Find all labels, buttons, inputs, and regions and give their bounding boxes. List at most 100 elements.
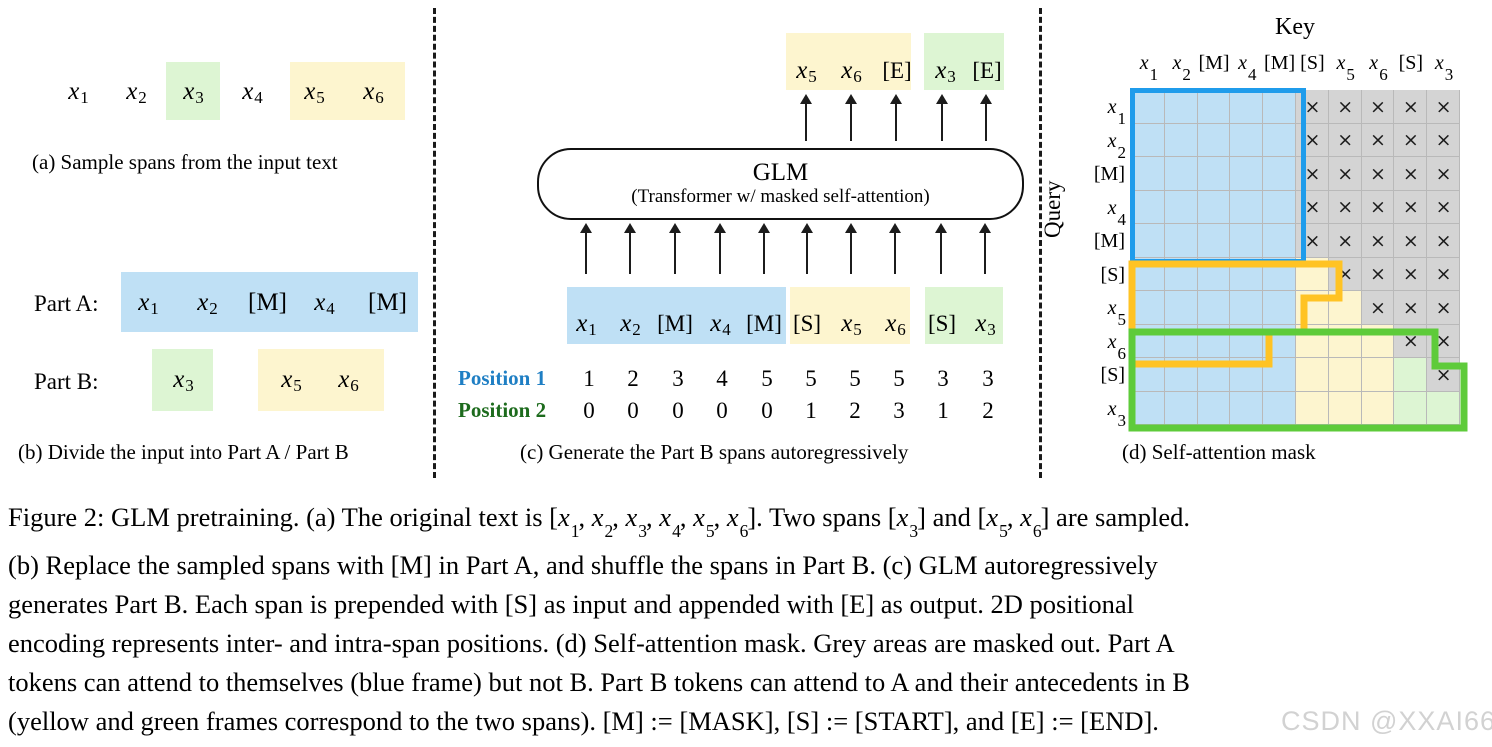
mask-cell (1263, 190, 1296, 224)
mask-cell (1164, 324, 1198, 358)
panel-a-token-4: x5 (304, 77, 325, 107)
glm-model-box: GLM (Transformer w/ masked self-attentio… (537, 148, 1024, 220)
mask-cell (1328, 391, 1362, 425)
mask-cell (1230, 157, 1264, 191)
input-arrow-2 (669, 223, 681, 274)
key-header-2: [M] (1198, 52, 1230, 74)
mask-cell (1132, 291, 1165, 325)
mask-cell (1328, 291, 1362, 325)
panel-b-caption: (b) Divide the input into Part A / Part … (18, 440, 349, 464)
panel-b-parta-token-1: x2 (197, 288, 218, 318)
key-header-3: x4 (1238, 52, 1257, 84)
mask-cell (1164, 190, 1198, 224)
panel-c-input-token-4: [M] (746, 310, 782, 336)
mask-cell (1328, 358, 1362, 392)
mask-x-icon: × (1402, 162, 1419, 185)
mask-cell (1132, 90, 1165, 124)
mask-cell (1164, 358, 1198, 392)
mask-cell (1296, 324, 1329, 358)
mask-cell (1230, 324, 1264, 358)
query-header-7: x6 (1107, 330, 1126, 363)
mask-cell (1197, 324, 1231, 358)
panel-c-input-token-5: [S] (792, 310, 822, 336)
mask-cell (1197, 123, 1231, 157)
mask-x-icon: × (1435, 263, 1452, 286)
mask-cell (1263, 157, 1296, 191)
mask-x-icon: × (1370, 95, 1386, 118)
input-arrow-3 (714, 223, 726, 274)
panel-b-partb-token-0: x3 (173, 365, 194, 395)
mask-cell (1328, 324, 1362, 358)
mask-x-icon: × (1435, 196, 1452, 219)
mask-cell (1230, 123, 1264, 157)
mask-cell (1230, 391, 1264, 425)
caption-line-0: Figure 2: GLM pretraining. (a) The origi… (8, 502, 1190, 541)
panel-b-parta-label: Part A: (34, 291, 99, 316)
panel-c-output-token-1: x6 (841, 56, 862, 86)
mask-cell (1361, 324, 1395, 358)
pos1-values-cell: 1 (583, 366, 595, 391)
figure-caption: Figure 2: GLM pretraining. (a) The origi… (8, 498, 1484, 741)
mask-cell (1132, 391, 1165, 425)
mask-cell (1132, 324, 1165, 358)
mask-x-icon: × (1402, 129, 1419, 152)
pos1-values-cell: 4 (716, 366, 728, 391)
output-arrow-0 (800, 94, 812, 141)
caption-line-3: encoding represents inter- and intra-spa… (8, 628, 1175, 659)
mask-x-icon: × (1370, 296, 1386, 319)
mask-cell (1164, 224, 1198, 258)
mask-x-icon: × (1402, 229, 1419, 252)
panel-a-token-1: x2 (126, 77, 147, 107)
glm-subtitle: (Transformer w/ masked self-attention) (631, 186, 930, 208)
mask-x-icon: × (1370, 263, 1386, 286)
input-arrow-9 (979, 223, 991, 274)
output-arrow-4 (980, 94, 992, 141)
caption-line-2: generates Part B. Each span is prepended… (8, 589, 1134, 620)
mask-x-icon: × (1337, 162, 1354, 185)
mask-cell (1197, 257, 1231, 291)
mask-cell (1394, 358, 1428, 392)
mask-cell (1394, 391, 1428, 425)
mask-x-icon: × (1402, 263, 1419, 286)
mask-cell (1164, 123, 1198, 157)
mask-cell (1263, 291, 1296, 325)
pos2-values-cell: 0 (672, 398, 684, 423)
panel-b-partb-token-2: x6 (338, 365, 359, 395)
mask-cell (1197, 391, 1231, 425)
input-arrow-4 (758, 223, 770, 274)
mask-cell (1164, 157, 1198, 191)
mask-x-icon: × (1337, 129, 1354, 152)
query-header-8: [S] (1100, 364, 1125, 386)
mask-x-icon: × (1370, 229, 1386, 252)
mask-cell (1361, 358, 1395, 392)
caption-line-1: (b) Replace the sampled spans with [M] i… (8, 550, 1158, 581)
panel-a-caption: (a) Sample spans from the input text (32, 150, 338, 174)
mask-cell (1132, 190, 1165, 224)
mask-x-icon: × (1304, 129, 1321, 152)
mask-cell (1197, 224, 1231, 258)
pos2-values-cell: 0 (716, 398, 728, 423)
mask-x-icon: × (1337, 263, 1354, 286)
panel-b-parta-token-3: x4 (314, 288, 335, 318)
mask-x-icon: × (1304, 162, 1321, 185)
key-axis-label: Key (1275, 14, 1315, 40)
output-arrow-2 (890, 94, 902, 141)
position-1-label: Position 1 (458, 366, 547, 390)
query-header-4: [M] (1093, 230, 1125, 252)
panel-c-output-token-0: x5 (796, 56, 817, 86)
query-header-0: x1 (1107, 96, 1126, 128)
query-header-5: [S] (1100, 263, 1125, 286)
output-arrow-3 (936, 94, 948, 141)
panel-c-caption: (c) Generate the Part B spans autoregres… (520, 440, 909, 464)
mask-x-icon: × (1435, 162, 1452, 185)
key-header-0: x1 (1139, 52, 1159, 84)
mask-cell (1230, 358, 1264, 392)
query-header-9: x3 (1107, 397, 1126, 430)
panel-a-token-0: x1 (68, 77, 89, 107)
mask-cell (1263, 224, 1296, 258)
divider-right (1039, 8, 1042, 478)
panel-a-token-3: x4 (242, 77, 263, 107)
watermark: CSDN @XXAI666 (1281, 706, 1492, 736)
mask-x-icon: × (1402, 95, 1419, 118)
key-header-6: x5 (1336, 52, 1355, 84)
